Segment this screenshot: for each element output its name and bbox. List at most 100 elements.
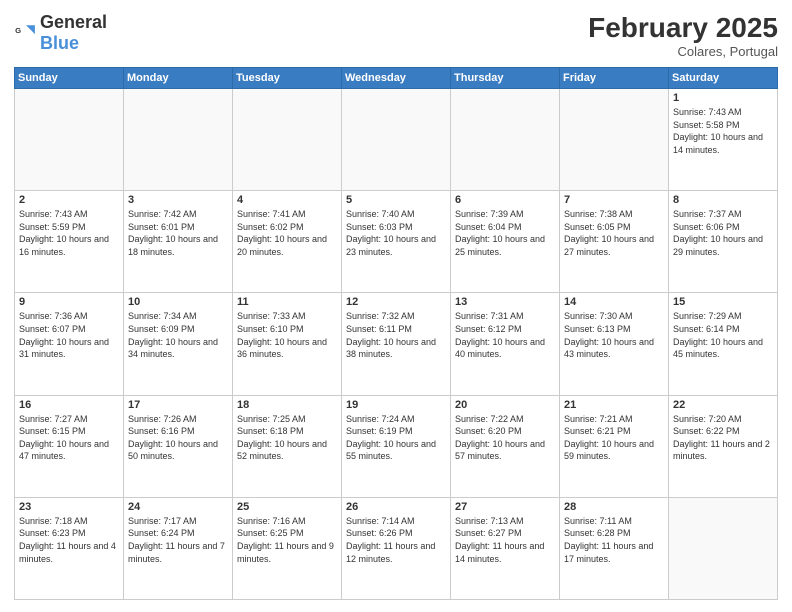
day-info: Sunrise: 7:38 AM Sunset: 6:05 PM Dayligh…	[564, 208, 664, 258]
calendar-cell: 7 Sunrise: 7:38 AM Sunset: 6:05 PM Daylig…	[560, 191, 669, 293]
day-info: Sunrise: 7:17 AM Sunset: 6:24 PM Dayligh…	[128, 515, 228, 565]
week-row-1: 1 Sunrise: 7:43 AM Sunset: 5:58 PM Daylig…	[15, 89, 778, 191]
day-number: 18	[237, 399, 337, 411]
day-info: Sunrise: 7:14 AM Sunset: 6:26 PM Dayligh…	[346, 515, 446, 565]
day-info: Sunrise: 7:43 AM Sunset: 5:58 PM Dayligh…	[673, 106, 773, 156]
title-area: February 2025 Colares, Portugal	[588, 12, 778, 59]
calendar-cell	[15, 89, 124, 191]
calendar-cell: 14Sunrise: 7:30 AM Sunset: 6:13 PM Dayli…	[560, 293, 669, 395]
day-number: 14	[564, 296, 664, 308]
day-info: Sunrise: 7:33 AM Sunset: 6:10 PM Dayligh…	[237, 310, 337, 360]
day-number: 11	[237, 296, 337, 308]
weekday-header-sunday: Sunday	[15, 68, 124, 89]
week-row-5: 23 Sunrise: 7:18 AM Sunset: 6:23 PM Dayli…	[15, 497, 778, 599]
day-number: 16	[19, 399, 119, 411]
day-info: Sunrise: 7:13 AM Sunset: 6:27 PM Dayligh…	[455, 515, 555, 565]
location: Colares, Portugal	[588, 44, 778, 59]
week-row-4: 16 Sunrise: 7:27 AM Sunset: 6:15 PM Dayli…	[15, 395, 778, 497]
day-number: 28	[564, 501, 664, 513]
calendar-cell: 12 Sunrise: 7:32 AM Sunset: 6:11 PM Dayli…	[342, 293, 451, 395]
weekday-header-tuesday: Tuesday	[233, 68, 342, 89]
day-info: Sunrise: 7:11 AM Sunset: 6:28 PM Dayligh…	[564, 515, 664, 565]
day-info: Sunrise: 7:31 AM Sunset: 6:12 PM Dayligh…	[455, 310, 555, 360]
day-info: Sunrise: 7:22 AM Sunset: 6:20 PM Dayligh…	[455, 413, 555, 463]
day-number: 17	[128, 399, 228, 411]
day-number: 20	[455, 399, 555, 411]
day-number: 25	[237, 501, 337, 513]
day-info: Sunrise: 7:39 AM Sunset: 6:04 PM Dayligh…	[455, 208, 555, 258]
day-info: Sunrise: 7:21 AM Sunset: 6:21 PM Dayligh…	[564, 413, 664, 463]
calendar-cell: 18 Sunrise: 7:25 AM Sunset: 6:18 PM Dayli…	[233, 395, 342, 497]
day-info: Sunrise: 7:20 AM Sunset: 6:22 PM Dayligh…	[673, 413, 773, 463]
day-number: 22	[673, 399, 773, 411]
weekday-header-thursday: Thursday	[451, 68, 560, 89]
calendar-cell	[451, 89, 560, 191]
calendar-cell: 16 Sunrise: 7:27 AM Sunset: 6:15 PM Dayli…	[15, 395, 124, 497]
calendar-cell: 21 Sunrise: 7:21 AM Sunset: 6:21 PM Dayli…	[560, 395, 669, 497]
calendar-cell: 26Sunrise: 7:14 AM Sunset: 6:26 PM Dayli…	[342, 497, 451, 599]
day-info: Sunrise: 7:36 AM Sunset: 6:07 PM Dayligh…	[19, 310, 119, 360]
day-number: 2	[19, 194, 119, 206]
calendar-cell: 11 Sunrise: 7:33 AM Sunset: 6:10 PM Dayli…	[233, 293, 342, 395]
week-row-2: 2 Sunrise: 7:43 AM Sunset: 5:59 PM Daylig…	[15, 191, 778, 293]
day-info: Sunrise: 7:24 AM Sunset: 6:19 PM Dayligh…	[346, 413, 446, 463]
weekday-header-wednesday: Wednesday	[342, 68, 451, 89]
logo-text: General Blue	[40, 12, 107, 54]
day-number: 19	[346, 399, 446, 411]
day-info: Sunrise: 7:18 AM Sunset: 6:23 PM Dayligh…	[19, 515, 119, 565]
day-info: Sunrise: 7:32 AM Sunset: 6:11 PM Dayligh…	[346, 310, 446, 360]
day-info: Sunrise: 7:34 AM Sunset: 6:09 PM Dayligh…	[128, 310, 228, 360]
calendar-cell: 2 Sunrise: 7:43 AM Sunset: 5:59 PM Daylig…	[15, 191, 124, 293]
day-info: Sunrise: 7:25 AM Sunset: 6:18 PM Dayligh…	[237, 413, 337, 463]
calendar-cell: 5 Sunrise: 7:40 AM Sunset: 6:03 PM Daylig…	[342, 191, 451, 293]
week-row-3: 9 Sunrise: 7:36 AM Sunset: 6:07 PM Daylig…	[15, 293, 778, 395]
day-number: 9	[19, 296, 119, 308]
calendar-cell: 27Sunrise: 7:13 AM Sunset: 6:27 PM Dayli…	[451, 497, 560, 599]
day-number: 12	[346, 296, 446, 308]
day-number: 6	[455, 194, 555, 206]
calendar-cell: 17 Sunrise: 7:26 AM Sunset: 6:16 PM Dayli…	[124, 395, 233, 497]
calendar-cell: 25 Sunrise: 7:16 AM Sunset: 6:25 PM Dayli…	[233, 497, 342, 599]
day-info: Sunrise: 7:37 AM Sunset: 6:06 PM Dayligh…	[673, 208, 773, 258]
page: G General Blue February 2025 Colares, Po…	[0, 0, 792, 612]
calendar-cell: 8 Sunrise: 7:37 AM Sunset: 6:06 PM Daylig…	[669, 191, 778, 293]
header: G General Blue February 2025 Colares, Po…	[14, 12, 778, 59]
calendar-cell	[342, 89, 451, 191]
day-number: 13	[455, 296, 555, 308]
day-info: Sunrise: 7:43 AM Sunset: 5:59 PM Dayligh…	[19, 208, 119, 258]
calendar-cell: 3 Sunrise: 7:42 AM Sunset: 6:01 PM Daylig…	[124, 191, 233, 293]
day-number: 23	[19, 501, 119, 513]
weekday-header-saturday: Saturday	[669, 68, 778, 89]
weekday-header-monday: Monday	[124, 68, 233, 89]
day-info: Sunrise: 7:42 AM Sunset: 6:01 PM Dayligh…	[128, 208, 228, 258]
day-number: 3	[128, 194, 228, 206]
logo: G General Blue	[14, 12, 107, 54]
weekday-header-friday: Friday	[560, 68, 669, 89]
day-number: 1	[673, 92, 773, 104]
logo-icon: G	[14, 22, 36, 44]
day-info: Sunrise: 7:40 AM Sunset: 6:03 PM Dayligh…	[346, 208, 446, 258]
calendar-cell: 9 Sunrise: 7:36 AM Sunset: 6:07 PM Daylig…	[15, 293, 124, 395]
day-number: 4	[237, 194, 337, 206]
day-info: Sunrise: 7:27 AM Sunset: 6:15 PM Dayligh…	[19, 413, 119, 463]
calendar-cell: 24Sunrise: 7:17 AM Sunset: 6:24 PM Dayli…	[124, 497, 233, 599]
calendar-cell	[669, 497, 778, 599]
day-info: Sunrise: 7:26 AM Sunset: 6:16 PM Dayligh…	[128, 413, 228, 463]
logo-blue: Blue	[40, 33, 79, 53]
calendar-cell: 20 Sunrise: 7:22 AM Sunset: 6:20 PM Dayli…	[451, 395, 560, 497]
day-info: Sunrise: 7:41 AM Sunset: 6:02 PM Dayligh…	[237, 208, 337, 258]
logo-general: General	[40, 12, 107, 32]
day-number: 21	[564, 399, 664, 411]
day-info: Sunrise: 7:29 AM Sunset: 6:14 PM Dayligh…	[673, 310, 773, 360]
month-title: February 2025	[588, 12, 778, 44]
day-number: 5	[346, 194, 446, 206]
calendar-cell	[124, 89, 233, 191]
calendar-cell	[560, 89, 669, 191]
day-number: 10	[128, 296, 228, 308]
calendar-cell: 19 Sunrise: 7:24 AM Sunset: 6:19 PM Dayli…	[342, 395, 451, 497]
day-info: Sunrise: 7:16 AM Sunset: 6:25 PM Dayligh…	[237, 515, 337, 565]
day-number: 7	[564, 194, 664, 206]
calendar-cell: 4 Sunrise: 7:41 AM Sunset: 6:02 PM Daylig…	[233, 191, 342, 293]
day-number: 8	[673, 194, 773, 206]
calendar-cell: 23 Sunrise: 7:18 AM Sunset: 6:23 PM Dayli…	[15, 497, 124, 599]
